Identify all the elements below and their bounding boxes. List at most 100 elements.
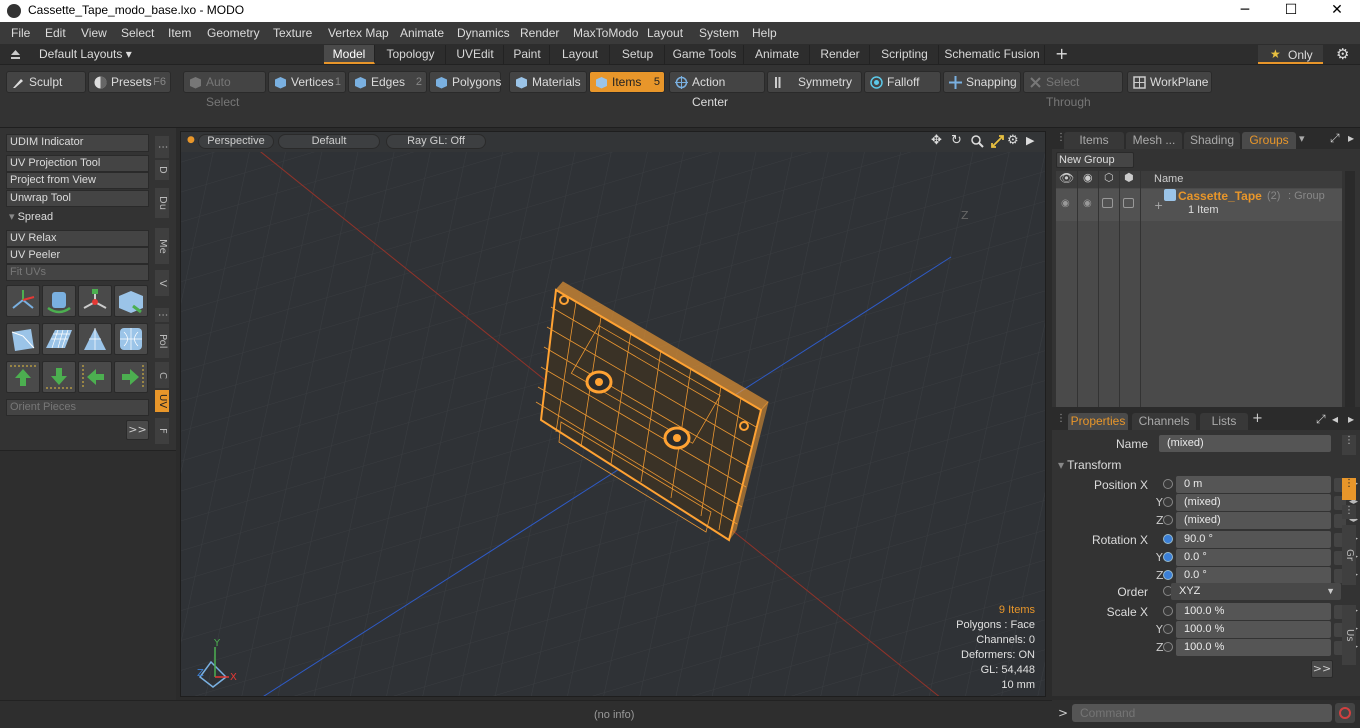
- menu-edit[interactable]: Edit: [45, 26, 66, 40]
- rotation-y-field[interactable]: 0.0 °: [1176, 549, 1331, 566]
- viewport-scene[interactable]: Z Y X Z: [181, 132, 1046, 697]
- row-render-icon[interactable]: ◉: [1083, 198, 1092, 209]
- more-tools-button[interactable]: >>: [126, 420, 149, 440]
- uv-cylinder-project-button[interactable]: [6, 323, 40, 355]
- position-y-key[interactable]: [1163, 497, 1173, 507]
- add-panel-tab-button[interactable]: +: [1252, 411, 1263, 426]
- menu-item[interactable]: Item: [168, 26, 191, 40]
- only-toggle[interactable]: ★ Only: [1258, 45, 1323, 64]
- edges-button[interactable]: Edges 2: [348, 71, 427, 93]
- snapping-button[interactable]: Snapping: [943, 71, 1021, 93]
- vtab-v[interactable]: V: [155, 270, 169, 296]
- perspective-dropdown[interactable]: Perspective: [198, 134, 274, 149]
- auto-select-button[interactable]: Auto Select: [183, 71, 266, 109]
- menu-render[interactable]: Render: [520, 26, 559, 40]
- presets-button[interactable]: Presets F6: [88, 71, 171, 93]
- uv-move-down-button[interactable]: [42, 361, 76, 393]
- raygl-toggle[interactable]: Ray GL: Off: [386, 134, 486, 149]
- side-tab-gr[interactable]: Gr: [1342, 525, 1356, 585]
- menu-geometry[interactable]: Geometry: [207, 26, 260, 40]
- expand-plus-icon[interactable]: +: [1154, 199, 1163, 212]
- rotation-y-key[interactable]: [1163, 552, 1173, 562]
- rotation-z-field[interactable]: 0.0 °: [1176, 567, 1331, 584]
- spread-section-header[interactable]: ▾ Spread: [6, 210, 149, 226]
- side-tab-active[interactable]: ⋮: [1342, 478, 1356, 500]
- vtab-me[interactable]: Me: [155, 228, 169, 264]
- action-center-button[interactable]: Action Center: [669, 71, 765, 109]
- row-eye-icon[interactable]: ◉: [1061, 198, 1070, 209]
- fit-uvs-button[interactable]: Fit UVs: [6, 264, 149, 281]
- symmetry-button[interactable]: Symmetry: [767, 71, 862, 93]
- panel-nav-right-icon[interactable]: ▸: [1348, 412, 1354, 426]
- menu-select[interactable]: Select: [121, 26, 154, 40]
- uv-projection-tool-button[interactable]: UV Projection Tool: [6, 155, 149, 172]
- position-x-key[interactable]: [1163, 479, 1173, 489]
- 3d-viewport[interactable]: Z Y X Z ● Perspective Default Ray GL: Of…: [180, 131, 1046, 697]
- maximize-panel-icon-2[interactable]: ⤢: [1316, 412, 1326, 427]
- menu-dynamics[interactable]: Dynamics: [457, 26, 510, 40]
- viewport-expand-icon[interactable]: ▶: [1026, 134, 1034, 147]
- select-icon[interactable]: ⬢: [1124, 171, 1134, 184]
- menu-layout[interactable]: Layout: [647, 26, 683, 40]
- name-field[interactable]: (mixed): [1159, 435, 1331, 452]
- uv-transform-tool-button[interactable]: [6, 285, 40, 317]
- rotation-x-field[interactable]: 90.0 °: [1176, 531, 1331, 548]
- vtab-pol[interactable]: Pol: [155, 324, 169, 358]
- close-button[interactable]: ✕: [1314, 0, 1360, 22]
- uv-move-left-button[interactable]: [78, 361, 112, 393]
- maximize-panel-icon[interactable]: ⤢: [1330, 131, 1340, 146]
- command-input[interactable]: [1072, 704, 1332, 722]
- tab-model[interactable]: Model: [324, 45, 375, 64]
- tab-topology[interactable]: Topology: [376, 45, 446, 64]
- rotation-z-key[interactable]: [1163, 570, 1173, 580]
- uv-sphere-button[interactable]: [114, 323, 148, 355]
- scale-x-field[interactable]: 100.0 %: [1176, 603, 1331, 620]
- vtab-uv[interactable]: UV: [155, 390, 169, 412]
- position-y-field[interactable]: (mixed): [1176, 494, 1331, 511]
- side-tab-dots-2[interactable]: ⋮: [1342, 505, 1356, 519]
- panel-nav-left-icon[interactable]: ◂: [1332, 412, 1338, 426]
- scale-y-field[interactable]: 100.0 %: [1176, 621, 1331, 638]
- tab-channels[interactable]: Channels: [1132, 413, 1196, 430]
- layout-up-icon[interactable]: [10, 49, 21, 60]
- orient-pieces-button[interactable]: Orient Pieces: [6, 399, 149, 416]
- new-group-button[interactable]: New Group: [1056, 152, 1134, 168]
- vtab-f[interactable]: F: [155, 418, 169, 444]
- tab-groups[interactable]: Groups: [1242, 132, 1296, 149]
- gear-icon[interactable]: ⚙: [1336, 45, 1349, 63]
- scale-z-key[interactable]: [1163, 642, 1173, 652]
- position-z-field[interactable]: (mixed): [1176, 512, 1331, 529]
- fit-view-icon[interactable]: [991, 135, 1004, 148]
- tab-schematic-fusion[interactable]: Schematic Fusion: [940, 45, 1045, 64]
- items-button[interactable]: Items 5: [589, 71, 665, 93]
- vtab-d[interactable]: D: [155, 160, 169, 180]
- scale-z-field[interactable]: 100.0 %: [1176, 639, 1331, 656]
- minimize-button[interactable]: ─: [1222, 0, 1268, 22]
- viewport-menu-dot-icon[interactable]: ●: [187, 135, 195, 145]
- menu-file[interactable]: File: [11, 26, 30, 40]
- uv-move-right-button[interactable]: [114, 361, 148, 393]
- menu-view[interactable]: View: [81, 26, 107, 40]
- tab-paint[interactable]: Paint: [505, 45, 550, 64]
- side-tab-dots[interactable]: ⋮: [1342, 435, 1356, 455]
- menu-help[interactable]: Help: [752, 26, 777, 40]
- panel-dots-icon-2[interactable]: ⋮: [1056, 413, 1066, 424]
- project-from-view-button[interactable]: Project from View: [6, 172, 149, 189]
- falloff-button[interactable]: Falloff: [864, 71, 941, 93]
- uv-pyramid-button[interactable]: [78, 323, 112, 355]
- menu-maxtomodo[interactable]: MaxToModo: [573, 26, 638, 40]
- rotation-x-key[interactable]: [1163, 534, 1173, 544]
- row-lock-checkbox[interactable]: [1102, 198, 1113, 208]
- visibility-eye-icon[interactable]: 👁: [1059, 171, 1074, 185]
- add-tab-button[interactable]: +: [1055, 44, 1068, 63]
- tab-layout[interactable]: Layout: [551, 45, 610, 64]
- tab-uvedit[interactable]: UVEdit: [447, 45, 504, 64]
- tab-lists[interactable]: Lists: [1200, 413, 1248, 430]
- order-dropdown[interactable]: XYZ ▼: [1171, 583, 1341, 600]
- uv-planar-grid-button[interactable]: [42, 323, 76, 355]
- row-select-checkbox[interactable]: [1123, 198, 1134, 208]
- workplane-button[interactable]: WorkPlane: [1127, 71, 1212, 93]
- pan-icon[interactable]: ✥: [931, 133, 942, 148]
- more-properties-button[interactable]: >>: [1311, 660, 1333, 678]
- shading-style-dropdown[interactable]: Default: [278, 134, 380, 149]
